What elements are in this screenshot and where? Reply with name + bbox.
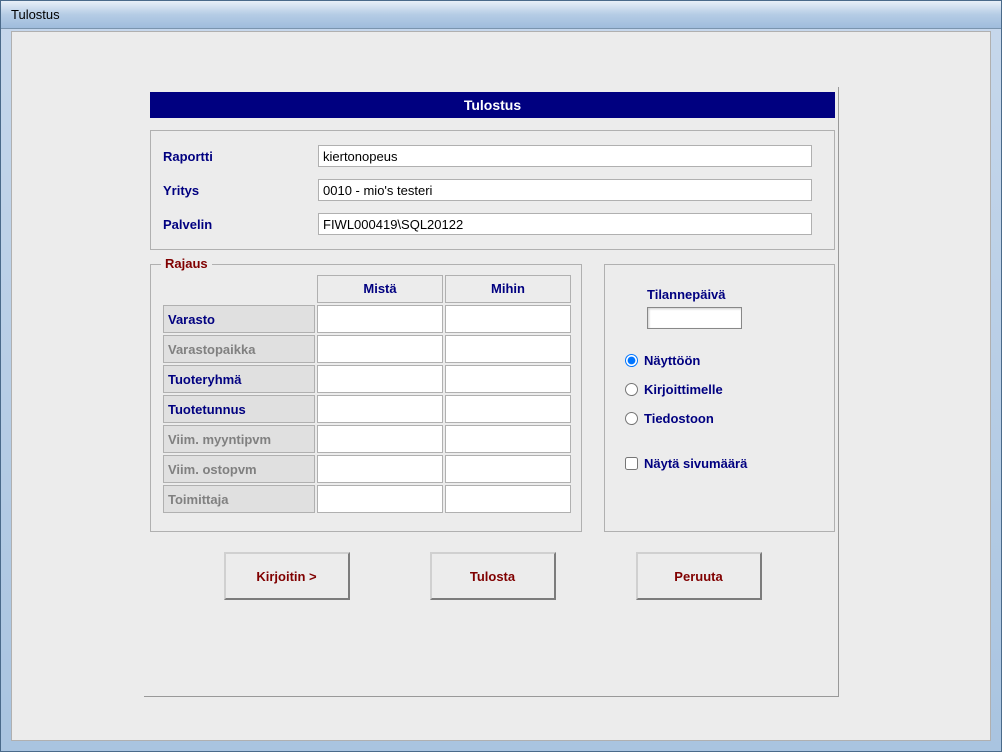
window-title: Tulostus	[11, 7, 60, 22]
rajaus-to-input[interactable]	[445, 335, 571, 363]
rajaus-to-input[interactable]	[445, 305, 571, 333]
tilanne-label: Tilannepäivä	[647, 287, 814, 302]
cancel-button-label: Peruuta	[674, 569, 722, 584]
rajaus-row-label: Viim. myyntipvm	[163, 425, 315, 453]
rajaus-to-input[interactable]	[445, 395, 571, 423]
title-bar[interactable]: Tulostus	[1, 1, 1001, 29]
rajaus-to-input[interactable]	[445, 365, 571, 393]
radio-file[interactable]	[625, 412, 638, 425]
output-options-panel: Tilannepäivä Näyttöön Kirjoittimelle Tie…	[604, 264, 835, 532]
grid-corner	[163, 275, 315, 303]
rajaus-row-label: Varastopaikka	[163, 335, 315, 363]
rajaus-to-input[interactable]	[445, 455, 571, 483]
check-pages[interactable]	[625, 457, 638, 470]
rajaus-from-input[interactable]	[317, 365, 443, 393]
radio-printer[interactable]	[625, 383, 638, 396]
radio-printer-label: Kirjoittimelle	[644, 382, 723, 397]
cancel-button[interactable]: Peruuta	[636, 552, 762, 600]
radio-screen[interactable]	[625, 354, 638, 367]
tilanne-input[interactable]	[647, 307, 742, 329]
server-row: Palvelin FIWL000419\SQL20122	[163, 213, 812, 235]
rajaus-row-label: Viim. ostopvm	[163, 455, 315, 483]
rajaus-from-input[interactable]	[317, 485, 443, 513]
client-area: Tulostus Raportti kiertonopeus Yritys 00…	[11, 31, 991, 741]
rajaus-to-input[interactable]	[445, 425, 571, 453]
button-row: Kirjoitin > Tulosta Peruuta	[150, 552, 835, 600]
col-from-header: Mistä	[317, 275, 443, 303]
report-field[interactable]: kiertonopeus	[318, 145, 812, 167]
rajaus-to-input[interactable]	[445, 485, 571, 513]
rajaus-row-label: Varasto	[163, 305, 315, 333]
report-label: Raportti	[163, 149, 318, 164]
company-row: Yritys 0010 - mio's testeri	[163, 179, 812, 201]
rajaus-from-input[interactable]	[317, 395, 443, 423]
app-window: Tulostus Tulostus Raportti kiertonopeus …	[0, 0, 1002, 752]
server-field[interactable]: FIWL000419\SQL20122	[318, 213, 812, 235]
print-button-label: Tulosta	[470, 569, 515, 584]
info-box: Raportti kiertonopeus Yritys 0010 - mio'…	[150, 130, 835, 250]
report-row: Raportti kiertonopeus	[163, 145, 812, 167]
radio-printer-row[interactable]: Kirjoittimelle	[625, 382, 814, 397]
rajaus-from-input[interactable]	[317, 305, 443, 333]
rajaus-from-input[interactable]	[317, 425, 443, 453]
radio-file-row[interactable]: Tiedostoon	[625, 411, 814, 426]
company-field[interactable]: 0010 - mio's testeri	[318, 179, 812, 201]
rajaus-grid: Mistä Mihin VarastoVarastopaikkaTuoteryh…	[163, 275, 569, 513]
printer-button[interactable]: Kirjoitin >	[224, 552, 350, 600]
radio-file-label: Tiedostoon	[644, 411, 714, 426]
col-to-header: Mihin	[445, 275, 571, 303]
middle-section: Rajaus Mistä Mihin VarastoVarastopaikkaT…	[150, 264, 835, 532]
check-pages-row[interactable]: Näytä sivumäärä	[625, 456, 814, 471]
rajaus-row-label: Tuotetunnus	[163, 395, 315, 423]
panel-header: Tulostus	[150, 92, 835, 118]
rajaus-row-label: Toimittaja	[163, 485, 315, 513]
radio-screen-label: Näyttöön	[644, 353, 700, 368]
rajaus-from-input[interactable]	[317, 455, 443, 483]
rajaus-fieldset: Rajaus Mistä Mihin VarastoVarastopaikkaT…	[150, 264, 582, 532]
rajaus-legend: Rajaus	[161, 256, 212, 271]
company-label: Yritys	[163, 183, 318, 198]
main-panel: Tulostus Raportti kiertonopeus Yritys 00…	[150, 92, 835, 600]
check-pages-label: Näytä sivumäärä	[644, 456, 747, 471]
server-label: Palvelin	[163, 217, 318, 232]
radio-screen-row[interactable]: Näyttöön	[625, 353, 814, 368]
rajaus-from-input[interactable]	[317, 335, 443, 363]
print-button[interactable]: Tulosta	[430, 552, 556, 600]
rajaus-row-label: Tuoteryhmä	[163, 365, 315, 393]
